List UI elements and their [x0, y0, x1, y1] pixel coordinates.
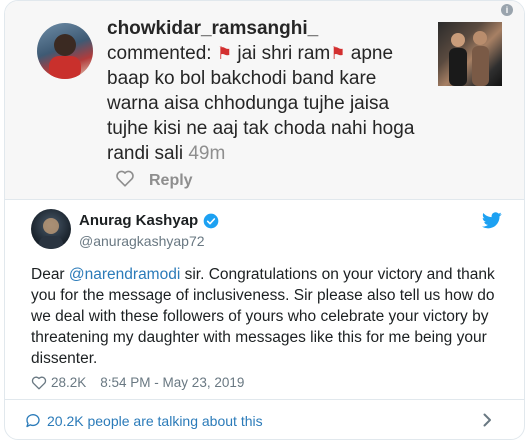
commenter-username[interactable]: chowkidar_ramsanghi_: [107, 16, 417, 41]
post-thumbnail[interactable]: [438, 22, 502, 86]
comment-prefix: commented:: [107, 43, 212, 64]
comment-body: chowkidar_ramsanghi_ commented: ⚑ jai sh…: [107, 16, 417, 166]
tweet-meta: 28.2K 8:54 PM - May 23, 2019: [31, 375, 244, 390]
tweet-text: Dear @narendramodi sir. Congratulations …: [31, 264, 509, 369]
embedded-instagram-comment: chowkidar_ramsanghi_ commented: ⚑ jai sh…: [5, 1, 524, 200]
commenter-avatar[interactable]: [37, 23, 93, 79]
heart-icon: [31, 376, 47, 390]
heart-outline-icon[interactable]: [115, 169, 135, 192]
reply-row: Reply: [115, 169, 193, 192]
author-avatar[interactable]: [31, 209, 71, 249]
flag-icon: ⚑: [330, 44, 346, 63]
tweet-timestamp[interactable]: 8:54 PM - May 23, 2019: [100, 375, 244, 390]
mention-link[interactable]: @narendramodi: [69, 266, 180, 283]
author-name[interactable]: Anurag Kashyap: [79, 212, 198, 229]
like-button[interactable]: 28.2K: [31, 375, 86, 390]
author-handle[interactable]: @anuragkashyap72: [79, 233, 205, 249]
tweet-card: chowkidar_ramsanghi_ commented: ⚑ jai sh…: [4, 0, 525, 440]
speech-bubble-icon: [25, 413, 41, 428]
tweet-text-intro: Dear: [31, 266, 69, 283]
author-name-row[interactable]: Anurag Kashyap: [79, 212, 219, 229]
conversation-count-text: 20.2K people are talking about this: [47, 412, 263, 429]
flag-icon: ⚑: [216, 44, 233, 63]
comment-text-part-1: jai shri ram: [237, 43, 331, 64]
twitter-bird-icon[interactable]: [482, 212, 502, 229]
verified-badge-icon: [203, 213, 219, 228]
comment-time: 49m: [188, 143, 226, 164]
conversation-link[interactable]: 20.2K people are talking about this: [5, 399, 524, 439]
reply-button[interactable]: Reply: [149, 172, 193, 190]
info-icon[interactable]: i: [501, 4, 513, 16]
like-count: 28.2K: [51, 375, 87, 390]
chevron-right-icon[interactable]: [483, 413, 492, 430]
